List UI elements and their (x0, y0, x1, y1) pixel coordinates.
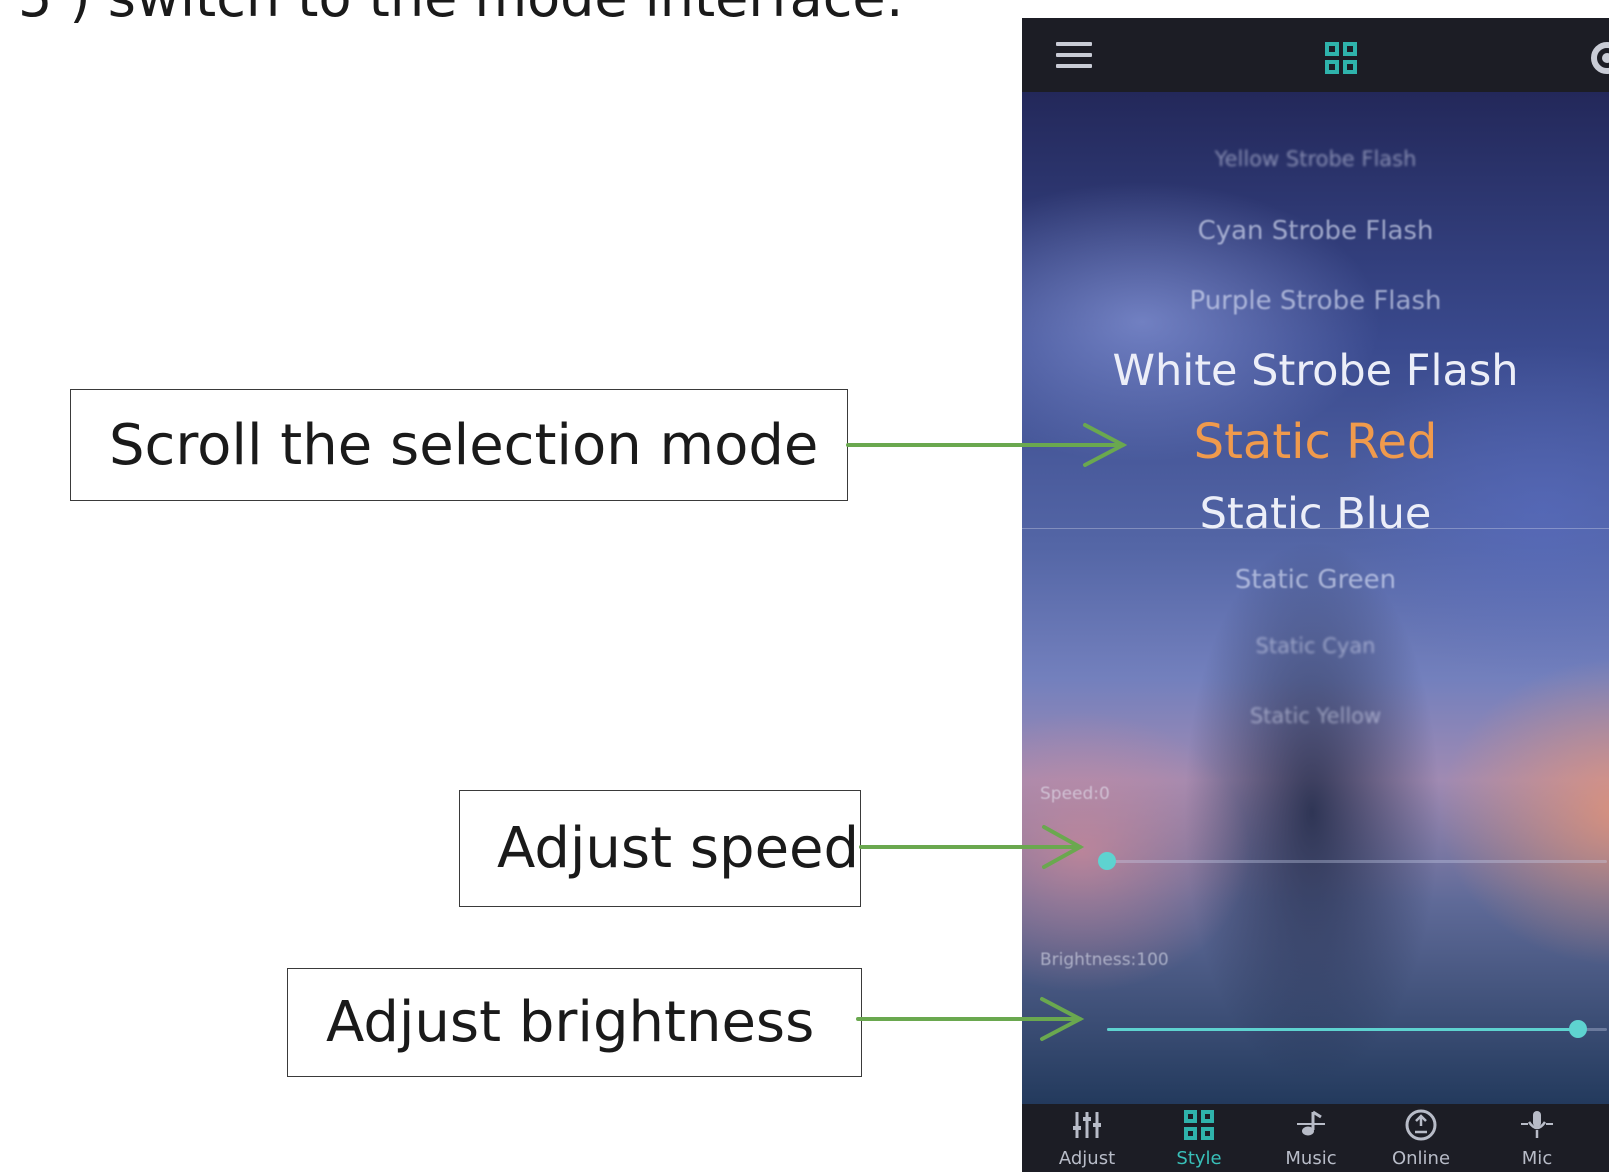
speed-slider-knob[interactable] (1098, 852, 1116, 870)
tab-label: Adjust (1058, 1148, 1116, 1169)
gear-icon[interactable] (1587, 38, 1609, 78)
mode-item[interactable]: Yellow Strobe Flash (1022, 147, 1609, 171)
mode-picker-background: Yellow Strobe Flash Cyan Strobe Flash Pu… (1022, 92, 1609, 1104)
style-grid-icon (1184, 1110, 1214, 1140)
phone-screenshot: Yellow Strobe Flash Cyan Strobe Flash Pu… (1022, 18, 1609, 1172)
speed-label: Speed:0 (1040, 784, 1110, 804)
mode-item[interactable]: Static Cyan (1022, 634, 1609, 658)
brightness-label: Brightness:100 (1040, 950, 1169, 970)
tab-label: Online (1391, 1148, 1451, 1169)
callout-scroll-mode: Scroll the selection mode (70, 389, 848, 501)
mode-item[interactable]: Static Yellow (1022, 704, 1609, 728)
style-grid-icon[interactable] (1324, 41, 1358, 75)
callout-scroll-text: Scroll the selection mode (109, 412, 819, 478)
equalizer-icon (1073, 1112, 1101, 1138)
tab-online[interactable]: Online (1376, 1104, 1466, 1172)
callout-adjust-brightness: Adjust brightness (287, 968, 862, 1077)
online-icon (1405, 1109, 1437, 1141)
bottom-tab-bar: Adjust Style Music Online Mic (1022, 1104, 1609, 1172)
tab-mic[interactable]: Mic (1492, 1104, 1582, 1172)
callout-adjust-speed: Adjust speed (459, 790, 861, 907)
mic-icon (1521, 1111, 1553, 1138)
callout-brightness-text: Adjust brightness (326, 990, 815, 1055)
tab-label: Mic (1521, 1148, 1553, 1169)
app-top-bar (1022, 18, 1609, 92)
music-note-icon (1297, 1110, 1325, 1136)
mode-item[interactable]: Purple Strobe Flash (1022, 286, 1609, 316)
tab-style[interactable]: Style (1154, 1104, 1244, 1172)
mode-item[interactable]: Static Blue (1022, 489, 1609, 539)
menu-icon[interactable] (1056, 42, 1092, 70)
mode-item-selected[interactable]: Static Red (1022, 414, 1609, 470)
mode-item[interactable]: Static Green (1022, 565, 1609, 595)
instruction-heading: 5 ) switch to the mode interface: (18, 0, 904, 29)
speed-slider-track[interactable] (1107, 860, 1607, 863)
tab-label: Style (1176, 1148, 1222, 1169)
callout-speed-text: Adjust speed (497, 816, 860, 881)
brightness-slider-fill (1107, 1028, 1577, 1031)
mode-item[interactable]: White Strobe Flash (1022, 346, 1609, 396)
tab-adjust[interactable]: Adjust (1042, 1104, 1132, 1172)
tab-label: Music (1285, 1148, 1337, 1169)
brightness-slider-knob[interactable] (1569, 1020, 1587, 1038)
tab-music[interactable]: Music (1266, 1104, 1356, 1172)
mode-item[interactable]: Cyan Strobe Flash (1022, 216, 1609, 246)
